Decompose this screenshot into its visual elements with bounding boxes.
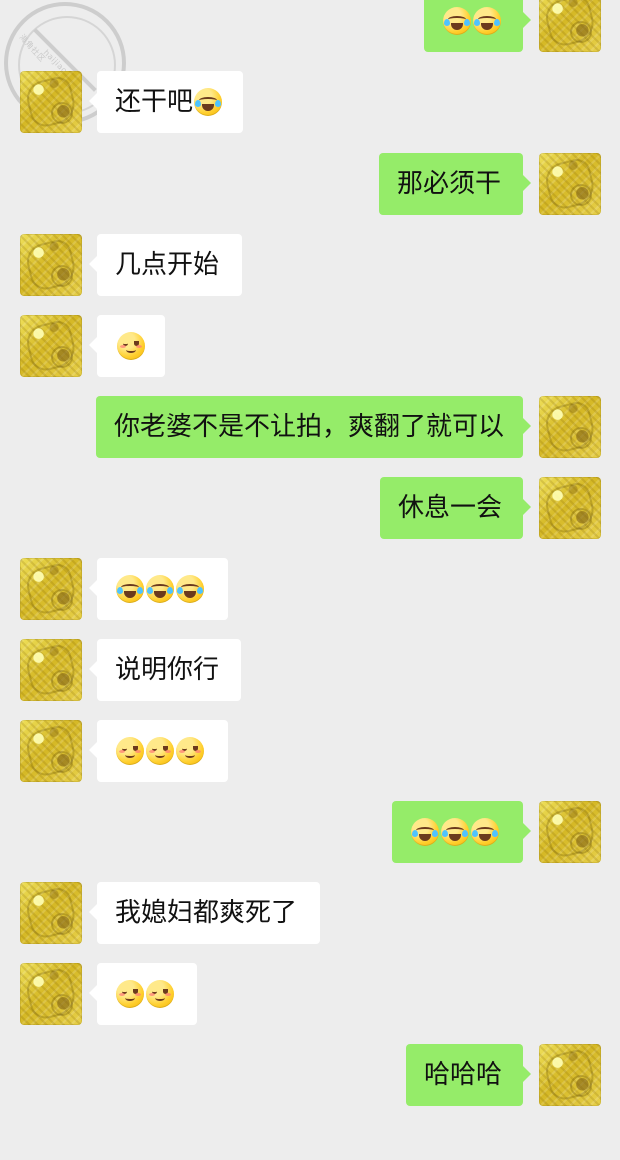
avatar-them[interactable]	[20, 639, 82, 701]
message-row-6: 你老婆不是不让拍，爽翻了就可以	[0, 396, 620, 458]
message-bubble-13[interactable]	[89, 963, 197, 1025]
message-row-7: 休息一会	[0, 477, 620, 539]
laughing-tears-icon	[473, 7, 501, 35]
message-bubble-11[interactable]	[392, 801, 531, 863]
laughing-tears-icon	[471, 818, 499, 846]
message-text: 那必须干	[397, 169, 502, 199]
message-bubble-5[interactable]	[89, 315, 165, 377]
message-bubble-10[interactable]	[89, 720, 228, 782]
laughing-tears-icon	[176, 575, 204, 603]
message-bubble-4[interactable]: 几点开始	[89, 234, 242, 296]
avatar-them[interactable]	[20, 882, 82, 944]
avatar-me[interactable]	[539, 477, 601, 539]
avatar-them[interactable]	[20, 720, 82, 782]
avatar-me[interactable]	[539, 153, 601, 215]
message-row-4: 几点开始	[0, 234, 620, 296]
message-row-14: 哈哈哈	[0, 1044, 620, 1106]
message-bubble-12[interactable]: 我媳妇都爽死了	[89, 882, 320, 944]
smirking-face-icon	[176, 737, 204, 765]
smirking-face-icon	[146, 980, 174, 1008]
avatar-them[interactable]	[20, 963, 82, 1025]
smirking-face-icon	[116, 980, 144, 1008]
message-row-9: 说明你行	[0, 639, 620, 701]
avatar-me[interactable]	[539, 396, 601, 458]
avatar-me[interactable]	[539, 0, 601, 52]
avatar-them[interactable]	[20, 315, 82, 377]
message-row-12: 我媳妇都爽死了	[0, 882, 620, 944]
smirking-face-icon	[117, 332, 145, 360]
avatar-them[interactable]	[20, 234, 82, 296]
message-text: 休息一会	[398, 493, 503, 523]
message-text: 我媳妇都爽死了	[115, 898, 298, 928]
message-text: 哈哈哈	[424, 1060, 503, 1090]
message-bubble-8[interactable]	[89, 558, 228, 620]
avatar-them[interactable]	[20, 558, 82, 620]
message-bubble-14[interactable]: 哈哈哈	[406, 1044, 531, 1106]
message-bubble-2[interactable]: 还干吧	[89, 71, 243, 133]
laughing-tears-icon	[116, 575, 144, 603]
message-text: 几点开始	[115, 250, 220, 280]
avatar-them[interactable]	[20, 71, 82, 133]
message-row-5	[0, 315, 620, 377]
message-bubble-6[interactable]: 你老婆不是不让拍，爽翻了就可以	[96, 396, 531, 458]
message-text: 你老婆不是不让拍，爽翻了就可以	[114, 412, 505, 442]
smirking-face-icon	[146, 737, 174, 765]
laughing-tears-icon	[194, 88, 223, 116]
message-row-2: 还干吧	[0, 71, 620, 133]
message-bubble-7[interactable]: 休息一会	[380, 477, 531, 539]
message-text: 说明你行	[115, 655, 220, 685]
laughing-tears-icon	[441, 818, 469, 846]
laughing-tears-icon	[443, 7, 471, 35]
chat-screen: haijiao.com 海角社区 还干吧 那必须干 几点开始 你老婆不是不让拍，…	[0, 0, 620, 1160]
message-row-1	[0, 0, 620, 52]
message-row-13	[0, 963, 620, 1025]
smirking-face-icon	[116, 737, 144, 765]
message-row-10	[0, 720, 620, 782]
avatar-me[interactable]	[539, 1044, 601, 1106]
avatar-me[interactable]	[539, 801, 601, 863]
message-bubble-1[interactable]	[424, 0, 531, 52]
message-bubble-3[interactable]: 那必须干	[379, 153, 531, 215]
message-row-11	[0, 801, 620, 863]
laughing-tears-icon	[411, 818, 439, 846]
message-text: 还干吧	[115, 87, 194, 117]
laughing-tears-icon	[146, 575, 174, 603]
message-row-3: 那必须干	[0, 153, 620, 215]
message-bubble-9[interactable]: 说明你行	[89, 639, 241, 701]
message-row-8	[0, 558, 620, 620]
